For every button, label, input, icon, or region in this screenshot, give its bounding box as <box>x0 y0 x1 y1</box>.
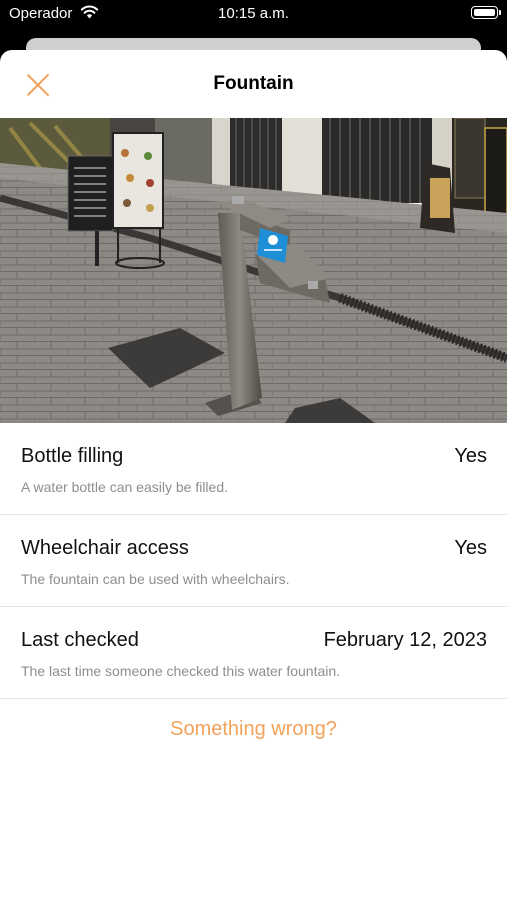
fountain-detail-sheet: Fountain Bottle filling Yes A water bott… <box>0 50 507 900</box>
clock: 10:15 a.m. <box>218 5 289 22</box>
detail-row-last-checked: Last checked February 12, 2023 The last … <box>0 607 507 699</box>
detail-value: Yes <box>454 537 487 559</box>
detail-value: Yes <box>454 445 487 467</box>
detail-label: Last checked <box>21 629 139 651</box>
fountain-photo <box>0 118 507 423</box>
navigation-bar: Fountain <box>0 50 507 118</box>
detail-value: February 12, 2023 <box>323 629 487 651</box>
detail-label: Bottle filling <box>21 445 124 467</box>
battery-icon <box>471 6 501 19</box>
detail-row-wheelchair-access: Wheelchair access Yes The fountain can b… <box>0 515 507 607</box>
page-title: Fountain <box>213 73 294 94</box>
detail-description: The last time someone checked this water… <box>21 663 341 679</box>
detail-description: The fountain can be used with wheelchair… <box>21 571 290 587</box>
detail-description: A water bottle can easily be filled. <box>21 479 229 495</box>
report-problem-link[interactable]: Something wrong? <box>0 718 507 741</box>
detail-row-bottle-filling: Bottle filling Yes A water bottle can ea… <box>0 423 507 515</box>
detail-label: Wheelchair access <box>21 537 189 559</box>
fountain-photo-illustration <box>0 118 507 423</box>
status-bar: Operador 10:15 a.m. <box>0 0 507 30</box>
